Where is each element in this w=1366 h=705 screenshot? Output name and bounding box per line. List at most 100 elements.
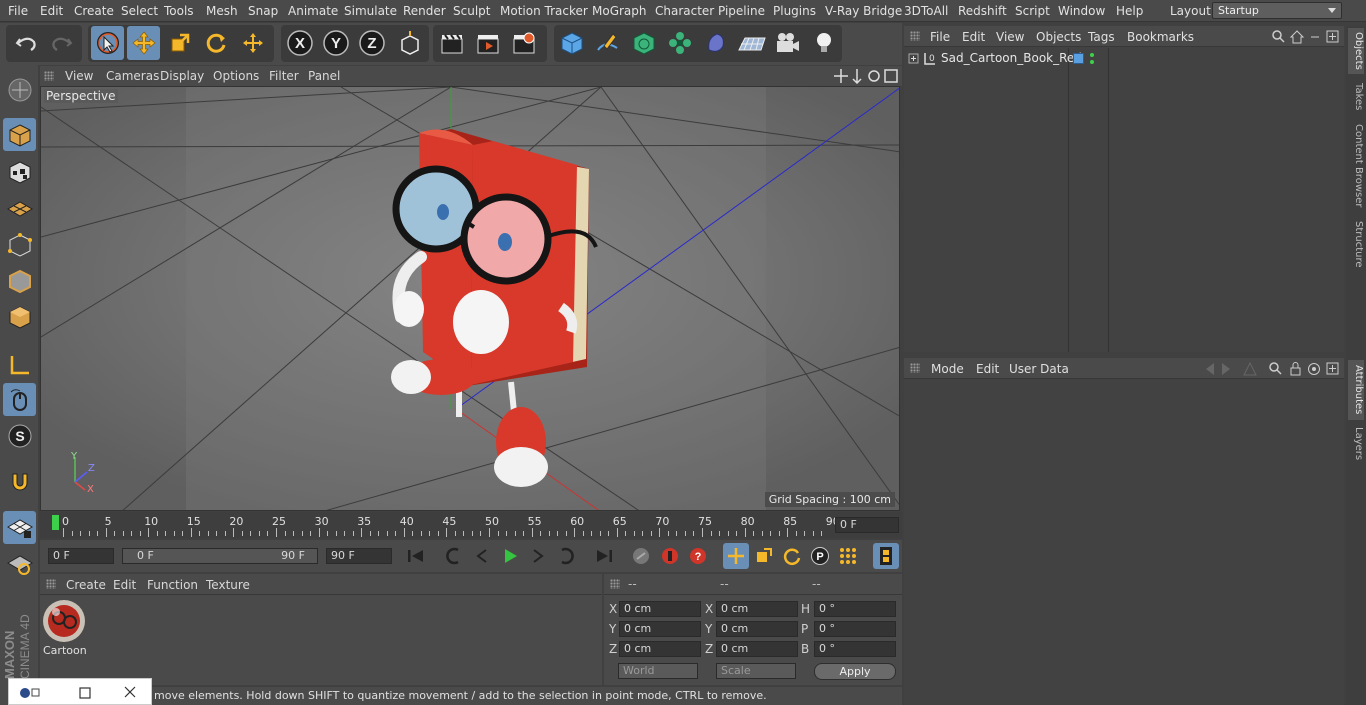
next-key-button[interactable] <box>553 543 579 569</box>
close-icon[interactable] <box>123 685 137 699</box>
panel-grip-icon[interactable] <box>910 363 920 373</box>
key-rotation-button[interactable] <box>779 543 805 569</box>
panel-grip-icon[interactable] <box>46 579 56 589</box>
3d-viewport[interactable]: Y Z X Perspective Grid Spacing : 100 cm <box>40 86 900 511</box>
menu-render[interactable]: Render <box>403 4 446 18</box>
tab-attributes[interactable]: Attributes <box>1348 360 1364 420</box>
object-manager-tools[interactable] <box>1271 29 1341 45</box>
transform-mode-select[interactable]: Scale <box>716 663 796 679</box>
frame-range-slider[interactable]: 0 F 90 F <box>122 548 318 564</box>
viewport-menu-cameras[interactable]: Cameras <box>106 69 159 83</box>
menu-file[interactable]: File <box>8 4 28 18</box>
position-z-field[interactable]: 0 cm <box>619 641 701 657</box>
objects-menu-view[interactable]: View <box>996 30 1024 44</box>
editor-visibility-dot[interactable] <box>1090 53 1094 57</box>
menu-script[interactable]: Script <box>1015 4 1050 18</box>
objects-menu-edit[interactable]: Edit <box>962 30 985 44</box>
add-light-button[interactable] <box>807 26 840 60</box>
menu-3dtoall[interactable]: 3DToAll <box>904 4 948 18</box>
goto-end-button[interactable] <box>591 543 617 569</box>
material-menu-texture[interactable]: Texture <box>206 578 250 592</box>
objects-menu-bookmarks[interactable]: Bookmarks <box>1127 30 1194 44</box>
solo-mode-button[interactable]: S <box>3 419 36 452</box>
objects-menu-file[interactable]: File <box>930 30 950 44</box>
attributes-menu-edit[interactable]: Edit <box>976 362 999 376</box>
panel-grip-icon[interactable] <box>910 31 920 41</box>
add-mograph-cloner-button[interactable] <box>663 26 696 60</box>
axis-mode-button[interactable] <box>3 348 36 381</box>
panel-grip-icon[interactable] <box>44 71 54 81</box>
menu-mesh[interactable]: Mesh <box>206 4 238 18</box>
rotation-h-field[interactable]: 0 ° <box>814 601 896 617</box>
maximize-icon[interactable] <box>78 686 92 700</box>
key-pla-button[interactable] <box>835 543 861 569</box>
menu-vray-bridge[interactable]: V-Ray Bridge <box>825 4 902 18</box>
apply-button[interactable]: Apply <box>814 663 896 680</box>
add-pen-button[interactable] <box>591 26 624 60</box>
menu-animate[interactable]: Animate <box>288 4 338 18</box>
scale-tool-button[interactable] <box>163 26 196 60</box>
menu-motion-tracker[interactable]: Motion Tracker <box>500 4 588 18</box>
attributes-menu-user-data[interactable]: User Data <box>1009 362 1069 376</box>
timeline-ruler[interactable]: 0 5 10 15 20 25 30 35 40 45 50 55 60 65 70 75 80 85 90 0 F <box>40 512 902 538</box>
prev-frame-button[interactable] <box>469 543 495 569</box>
y-axis-button[interactable]: Y <box>319 26 352 60</box>
menu-plugins[interactable]: Plugins <box>773 4 816 18</box>
menu-snap[interactable]: Snap <box>248 4 278 18</box>
redo-button[interactable] <box>45 26 78 60</box>
viewport-menu-options[interactable]: Options <box>213 69 259 83</box>
menu-edit[interactable]: Edit <box>40 4 63 18</box>
snap-button[interactable] <box>3 465 36 498</box>
render-view-button[interactable] <box>435 26 468 60</box>
menu-window[interactable]: Window <box>1058 4 1105 18</box>
material-menu-edit[interactable]: Edit <box>113 578 136 592</box>
keyframe-selection-button[interactable]: ? <box>685 543 711 569</box>
objects-menu-objects[interactable]: Objects <box>1036 30 1081 44</box>
key-scale-button[interactable] <box>751 543 777 569</box>
menu-sculpt[interactable]: Sculpt <box>453 4 490 18</box>
position-y-field[interactable]: 0 cm <box>619 621 701 637</box>
workplane-lock-button[interactable] <box>3 511 36 544</box>
timeline-window-button[interactable] <box>873 543 899 569</box>
model-mode-button[interactable] <box>3 118 36 151</box>
workplane-mode-button[interactable] <box>3 192 36 225</box>
viewport-nav-icons[interactable] <box>834 68 900 84</box>
last-tool-button[interactable] <box>236 26 269 60</box>
attribute-manager-tools[interactable] <box>1200 361 1342 377</box>
record-keys-button[interactable] <box>628 543 654 569</box>
viewport-menu-panel[interactable]: Panel <box>308 69 340 83</box>
menu-tools[interactable]: Tools <box>164 4 194 18</box>
layer-color-swatch[interactable] <box>1073 53 1084 64</box>
material-swatch-cartoon[interactable]: Cartoon <box>42 598 87 658</box>
add-deformer-button[interactable] <box>699 26 732 60</box>
polygons-mode-button[interactable] <box>3 300 36 333</box>
viewport-menu-view[interactable]: View <box>65 69 93 83</box>
object-name[interactable]: Sad_Cartoon_Book_Red <box>941 51 1082 65</box>
position-x-field[interactable]: 0 cm <box>619 601 701 617</box>
rotate-tool-button[interactable] <box>199 26 232 60</box>
coordinate-system-button[interactable] <box>392 26 425 60</box>
x-axis-button[interactable]: X <box>283 26 316 60</box>
tab-objects[interactable]: Objects <box>1348 28 1364 74</box>
rotation-b-field[interactable]: 0 ° <box>814 641 896 657</box>
tab-content-browser[interactable]: Content Browser <box>1348 122 1364 210</box>
render-visibility-dot[interactable] <box>1090 60 1094 64</box>
size-z-field[interactable]: 0 cm <box>716 641 798 657</box>
material-menu-create[interactable]: Create <box>66 578 106 592</box>
key-position-button[interactable] <box>723 543 749 569</box>
layout-select[interactable]: Startup <box>1212 2 1342 19</box>
live-selection-button[interactable] <box>91 26 124 60</box>
z-axis-button[interactable]: Z <box>355 26 388 60</box>
tab-layers[interactable]: Layers <box>1348 426 1364 462</box>
undo-button[interactable] <box>9 26 42 60</box>
goto-start-button[interactable] <box>403 543 429 569</box>
material-menu-function[interactable]: Function <box>147 578 198 592</box>
edges-mode-button[interactable] <box>3 264 36 297</box>
tweak-mode-button[interactable] <box>3 383 36 416</box>
menu-select[interactable]: Select <box>121 4 158 18</box>
current-frame-field[interactable]: 0 F <box>835 517 899 533</box>
size-x-field[interactable]: 0 cm <box>716 601 798 617</box>
viewport-menu-display[interactable]: Display <box>160 69 204 83</box>
next-frame-button[interactable] <box>525 543 551 569</box>
menu-character[interactable]: Character <box>655 4 714 18</box>
